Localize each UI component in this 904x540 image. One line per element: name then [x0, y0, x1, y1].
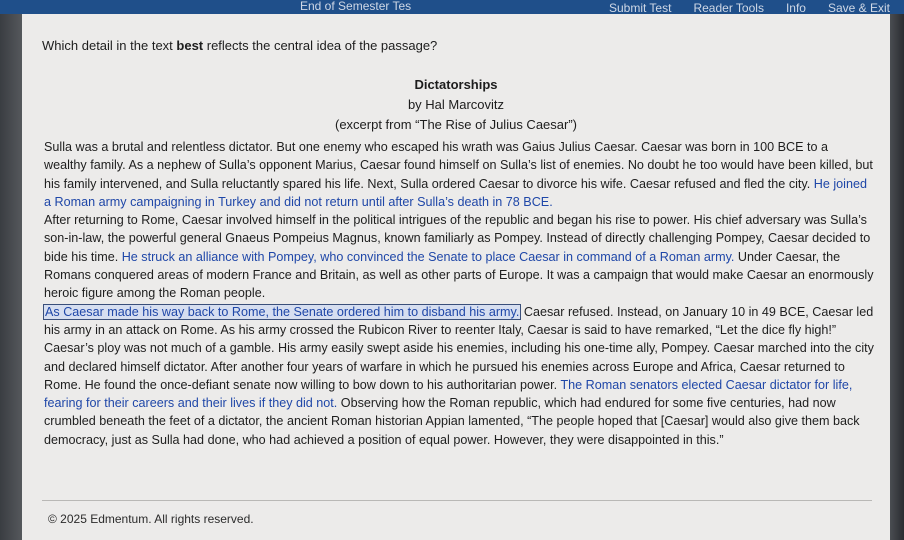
question-emphasis: best: [176, 38, 204, 53]
reader-tools-button[interactable]: Reader Tools: [693, 2, 764, 14]
passage-byline: by Hal Marcovitz: [407, 97, 505, 112]
question-prompt: Which detail in the text best reflects t…: [42, 38, 437, 53]
submit-test-button[interactable]: Submit Test: [609, 2, 671, 14]
passage-excerpt-note: (excerpt from “The Rise of Julius Caesar…: [334, 117, 577, 132]
info-button[interactable]: Info: [786, 2, 806, 14]
question-prefix: Which detail in the text: [42, 38, 177, 53]
test-title: End of Semester Tes: [300, 0, 412, 13]
right-frame: [890, 14, 904, 540]
footer-divider: [42, 500, 872, 501]
passage-body: Sulla was a brutal and relentless dictat…: [42, 138, 874, 449]
passage-title: Dictatorships: [414, 77, 498, 92]
left-frame: [0, 14, 22, 540]
passage-text: Sulla was a brutal and relentless dictat…: [44, 140, 873, 191]
top-toolbar: End of Semester Tes Submit Test Reader T…: [0, 0, 904, 14]
paragraph-3: As Caesar made his way back to Rome, the…: [42, 303, 874, 449]
answer-option-2[interactable]: He struck an alliance with Pompey, who c…: [122, 250, 735, 264]
answer-option-3-selected[interactable]: As Caesar made his way back to Rome, the…: [42, 303, 522, 320]
question-suffix: reflects the central idea of the passage…: [203, 38, 438, 53]
paragraph-1: Sulla was a brutal and relentless dictat…: [44, 138, 874, 211]
save-exit-button[interactable]: Save & Exit: [828, 2, 890, 14]
question-panel: Which detail in the text best reflects t…: [22, 14, 890, 540]
copyright-footer: © 2025 Edmentum. All rights reserved.: [48, 512, 254, 526]
paragraph-2: After returning to Rome, Caesar involved…: [44, 211, 874, 302]
